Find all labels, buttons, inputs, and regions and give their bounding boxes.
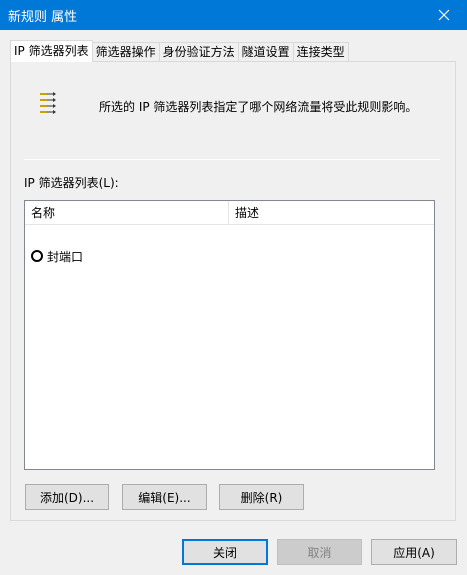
radio-button[interactable] <box>31 250 43 262</box>
list-item-name: 封端口 <box>47 249 84 264</box>
close-icon <box>438 9 450 21</box>
close-button[interactable] <box>421 0 467 30</box>
apply-button[interactable]: 应用(A) <box>371 539 457 565</box>
cancel-button[interactable]: 取消 <box>277 539 362 565</box>
window-title: 新规则 属性 <box>8 10 78 25</box>
tab-authentication-methods[interactable]: 身份验证方法 <box>158 42 239 62</box>
filter-list-view[interactable]: 名称 描述 封端口 <box>24 200 435 470</box>
list-item[interactable]: 封端口 <box>31 247 83 265</box>
delete-button[interactable]: 删除(R) <box>219 484 304 510</box>
edit-button[interactable]: 编辑(E)... <box>122 484 207 510</box>
tab-strip: IP 筛选器列表 筛选器操作 身份验证方法 隧道设置 连接类型 <box>10 40 349 62</box>
filter-list-icon <box>40 92 56 114</box>
tab-tunnel-settings[interactable]: 隧道设置 <box>237 42 294 62</box>
tab-panel: 所选的 IP 筛选器列表指定了哪个网络流量将受此规则影响。 IP 筛选器列表(L… <box>10 61 456 521</box>
tab-connection-type[interactable]: 连接类型 <box>292 42 349 62</box>
filter-list-label: IP 筛选器列表(L): <box>24 176 119 190</box>
description-text: 所选的 IP 筛选器列表指定了哪个网络流量将受此规则影响。 <box>99 100 418 114</box>
close-dialog-button[interactable]: 关闭 <box>182 539 268 565</box>
list-header: 名称 描述 <box>25 201 434 225</box>
column-header-description[interactable]: 描述 <box>229 201 434 225</box>
title-bar: 新规则 属性 <box>0 0 467 30</box>
tab-filter-action[interactable]: 筛选器操作 <box>91 42 160 62</box>
tab-ip-filter-list[interactable]: IP 筛选器列表 <box>10 40 93 62</box>
add-button[interactable]: 添加(D)... <box>25 484 109 510</box>
separator <box>24 159 440 160</box>
column-header-name[interactable]: 名称 <box>25 201 229 225</box>
